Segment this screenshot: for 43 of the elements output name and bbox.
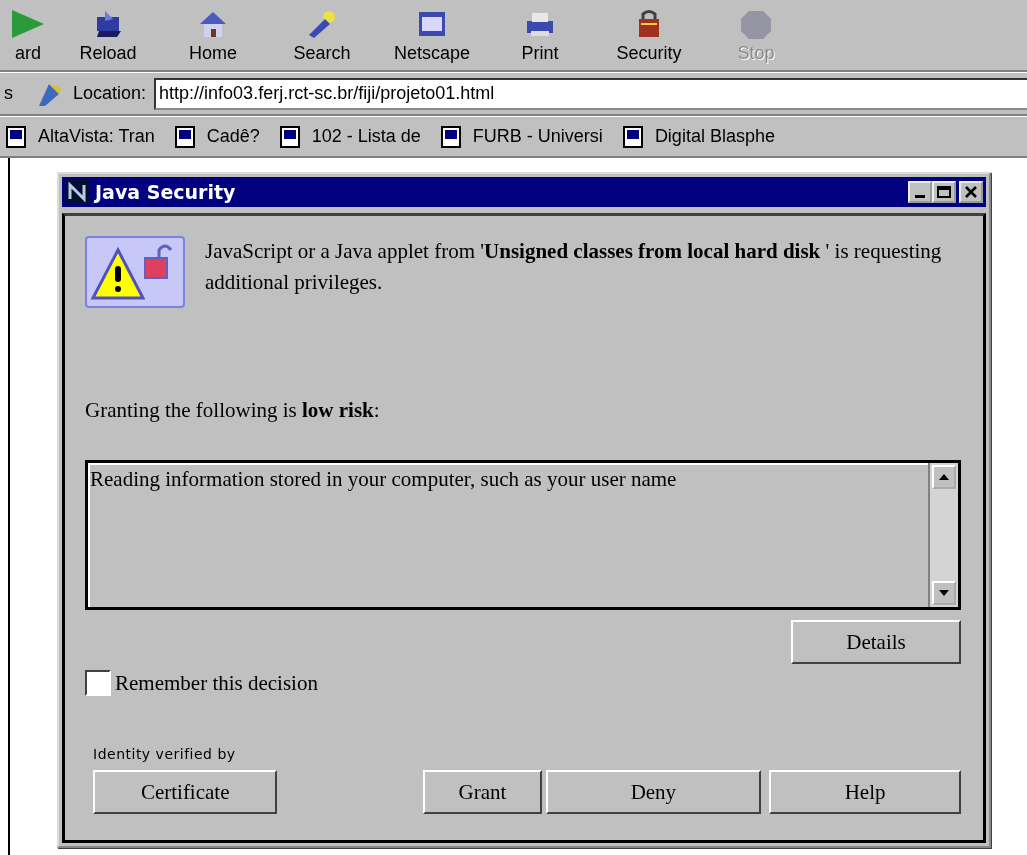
window-title: Java Security: [95, 181, 237, 203]
bookmark-button[interactable]: 102 - Lista de: [279, 125, 421, 148]
maximize-button[interactable]: [932, 181, 956, 203]
minimize-button[interactable]: [908, 181, 932, 203]
dialog-button[interactable]: Deny: [545, 770, 762, 814]
document-icon: [6, 125, 26, 148]
message-text: JavaScript or a Java applet from 'Unsigned classes from local hard disk ' is requesting additional privileges.: [205, 238, 943, 296]
toolbar-icon: [11, 9, 45, 39]
toolbar-button[interactable]: Reload: [56, 0, 160, 70]
app-icon: [65, 180, 89, 204]
location-label: Location:: [73, 83, 147, 104]
toolbar-button[interactable]: Home: [160, 0, 266, 70]
bookmark-button[interactable]: Cadê?: [174, 125, 260, 148]
privilege-item[interactable]: Reading information stored in your computer, such as your user name: [90, 467, 926, 492]
dialog-button[interactable]: Help: [769, 770, 961, 814]
dialog-button[interactable]: Certificate: [93, 770, 278, 814]
close-button[interactable]: [959, 181, 983, 203]
bookmark-button[interactable]: Digital Blasphe: [622, 125, 775, 148]
checkbox[interactable]: [85, 670, 111, 696]
document-icon: [279, 125, 300, 148]
warning-lock-icon: [85, 236, 185, 308]
bookmark-button[interactable]: AltaVista: Tran: [6, 125, 155, 148]
toolbar-button[interactable]: Print: [486, 0, 594, 70]
location-field[interactable]: http://info03.ferj.rct-sc.br/fiji/projeto01.html: [154, 77, 1027, 110]
toolbar-button[interactable]: ard: [0, 0, 56, 70]
maximize-icon: [937, 186, 951, 198]
close-icon: [965, 186, 977, 198]
bookmark-button[interactable]: FURB - Universi: [440, 125, 603, 148]
document-icon: [440, 125, 461, 148]
minimize-icon: [915, 194, 925, 198]
toolbar-button[interactable]: Netscape: [378, 0, 486, 70]
identity-label: Identity verified by: [93, 746, 237, 762]
checkbox-label: Remember this decision: [115, 670, 318, 696]
dialog-button[interactable]: Grant: [423, 770, 542, 814]
toolbar-icon: [739, 9, 773, 39]
toolbar-button[interactable]: Security: [594, 0, 704, 70]
document-icon: [622, 125, 643, 148]
toolbar-label: s: [4, 83, 13, 104]
risk-text: Granting the following is low risk:: [85, 398, 381, 423]
details-button[interactable]: Details: [791, 620, 961, 664]
scroll-bar[interactable]: [928, 463, 958, 607]
toolbar-button[interactable]: Search: [266, 0, 378, 70]
document-icon: [174, 125, 195, 148]
